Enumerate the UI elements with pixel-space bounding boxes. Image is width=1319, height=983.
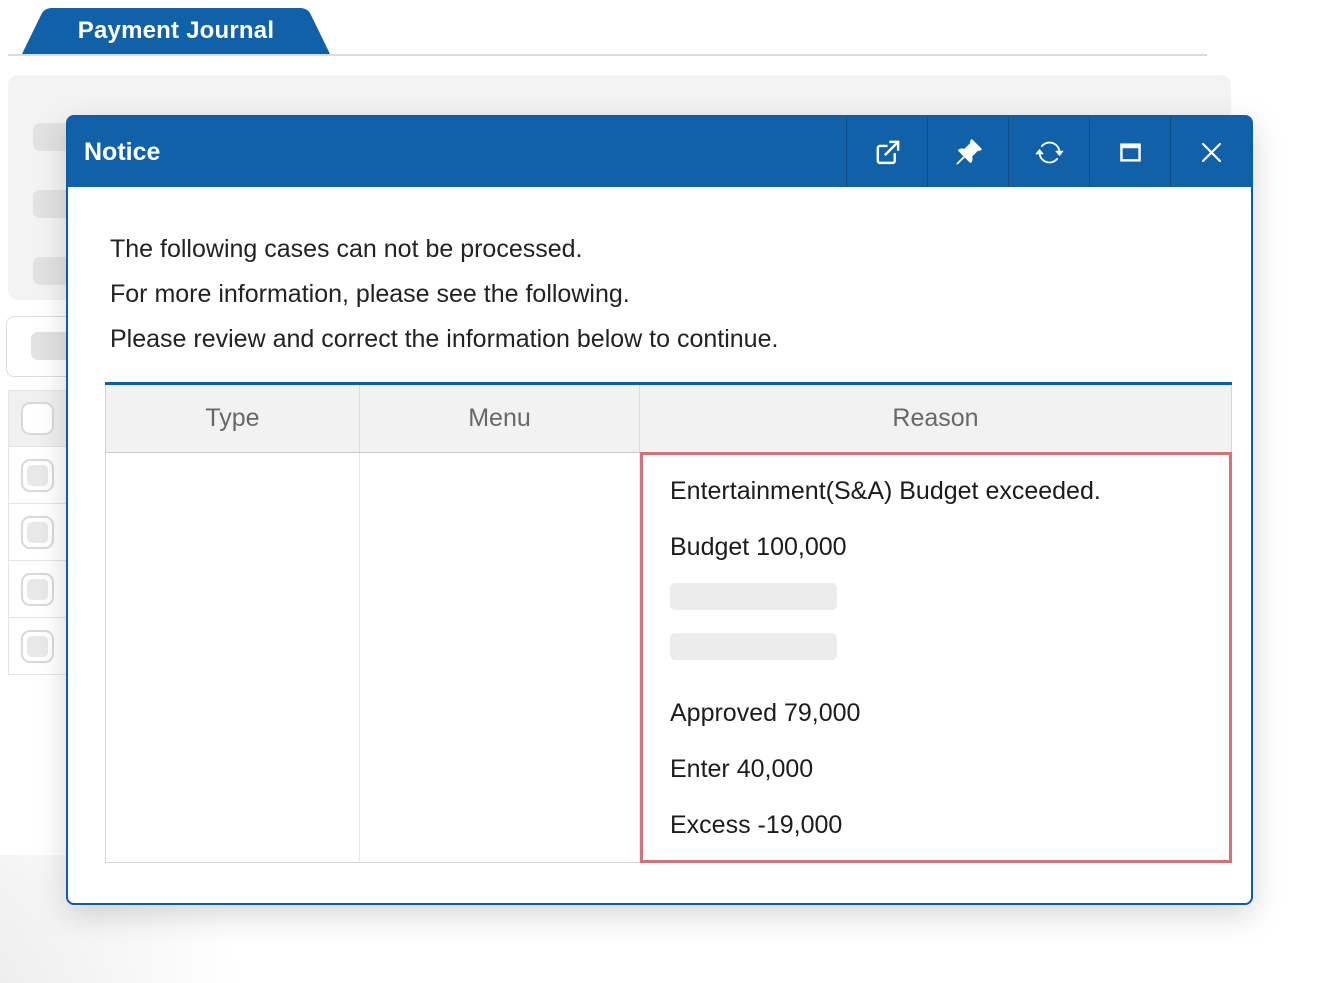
- redacted-bar: [670, 633, 837, 660]
- dialog-toolbar: [846, 117, 1251, 187]
- reason-error-title: Entertainment(S&A) Budget exceeded.: [670, 477, 1219, 505]
- notice-message-line: The following cases can not be processed…: [110, 227, 1209, 272]
- pin-button[interactable]: [927, 117, 1008, 187]
- checkbox[interactable]: [21, 630, 54, 663]
- tab-label: Payment Journal: [22, 8, 330, 54]
- maximize-button[interactable]: [1089, 117, 1170, 187]
- reason-excess: Excess -19,000: [670, 811, 1219, 839]
- checkbox[interactable]: [21, 573, 54, 606]
- refresh-icon: [1035, 138, 1064, 167]
- reason-approved: Approved 79,000: [670, 699, 1219, 727]
- column-header-menu: Menu: [360, 385, 640, 452]
- close-button[interactable]: [1170, 117, 1251, 187]
- payment-journal-page: Payment Journal Notice: [0, 0, 1319, 983]
- redacted-bar: [670, 583, 837, 610]
- cell-reason-highlighted: Entertainment(S&A) Budget exceeded. Budg…: [640, 452, 1232, 863]
- column-header-reason: Reason: [640, 385, 1231, 452]
- open-in-new-window-button[interactable]: [846, 117, 927, 187]
- reason-entered: Enter 40,000: [670, 755, 1219, 783]
- checkbox[interactable]: [21, 459, 54, 492]
- tab-bar-divider: [8, 54, 1207, 56]
- checkbox-fill: [27, 579, 48, 600]
- notice-message-line: For more information, please see the fol…: [110, 272, 1209, 317]
- notice-messages: The following cases can not be processed…: [68, 187, 1251, 362]
- notice-message-line: Please review and correct the informatio…: [110, 317, 1209, 362]
- checkbox-fill: [27, 636, 48, 657]
- notice-dialog-header: Notice: [68, 117, 1251, 187]
- error-table: Type Menu Reason Entertainment(S&A) Budg…: [105, 382, 1232, 863]
- cell-menu: [360, 453, 640, 862]
- checkbox[interactable]: [21, 402, 54, 435]
- external-link-icon: [873, 138, 902, 167]
- checkbox-fill: [27, 522, 48, 543]
- checkbox-fill: [27, 465, 48, 486]
- close-icon: [1197, 138, 1226, 167]
- dialog-title: Notice: [68, 117, 846, 187]
- checkbox[interactable]: [21, 516, 54, 549]
- cell-type: [106, 453, 360, 862]
- pin-icon: [954, 138, 983, 167]
- dialog-body: The following cases can not be processed…: [68, 187, 1251, 863]
- tab-payment-journal[interactable]: Payment Journal: [22, 8, 330, 54]
- table-row: Entertainment(S&A) Budget exceeded. Budg…: [105, 453, 1232, 863]
- column-header-type: Type: [106, 385, 360, 452]
- error-table-header: Type Menu Reason: [105, 385, 1232, 453]
- notice-dialog: Notice: [66, 115, 1253, 905]
- reason-budget: Budget 100,000: [670, 533, 1219, 561]
- refresh-button[interactable]: [1008, 117, 1089, 187]
- maximize-icon: [1116, 138, 1145, 167]
